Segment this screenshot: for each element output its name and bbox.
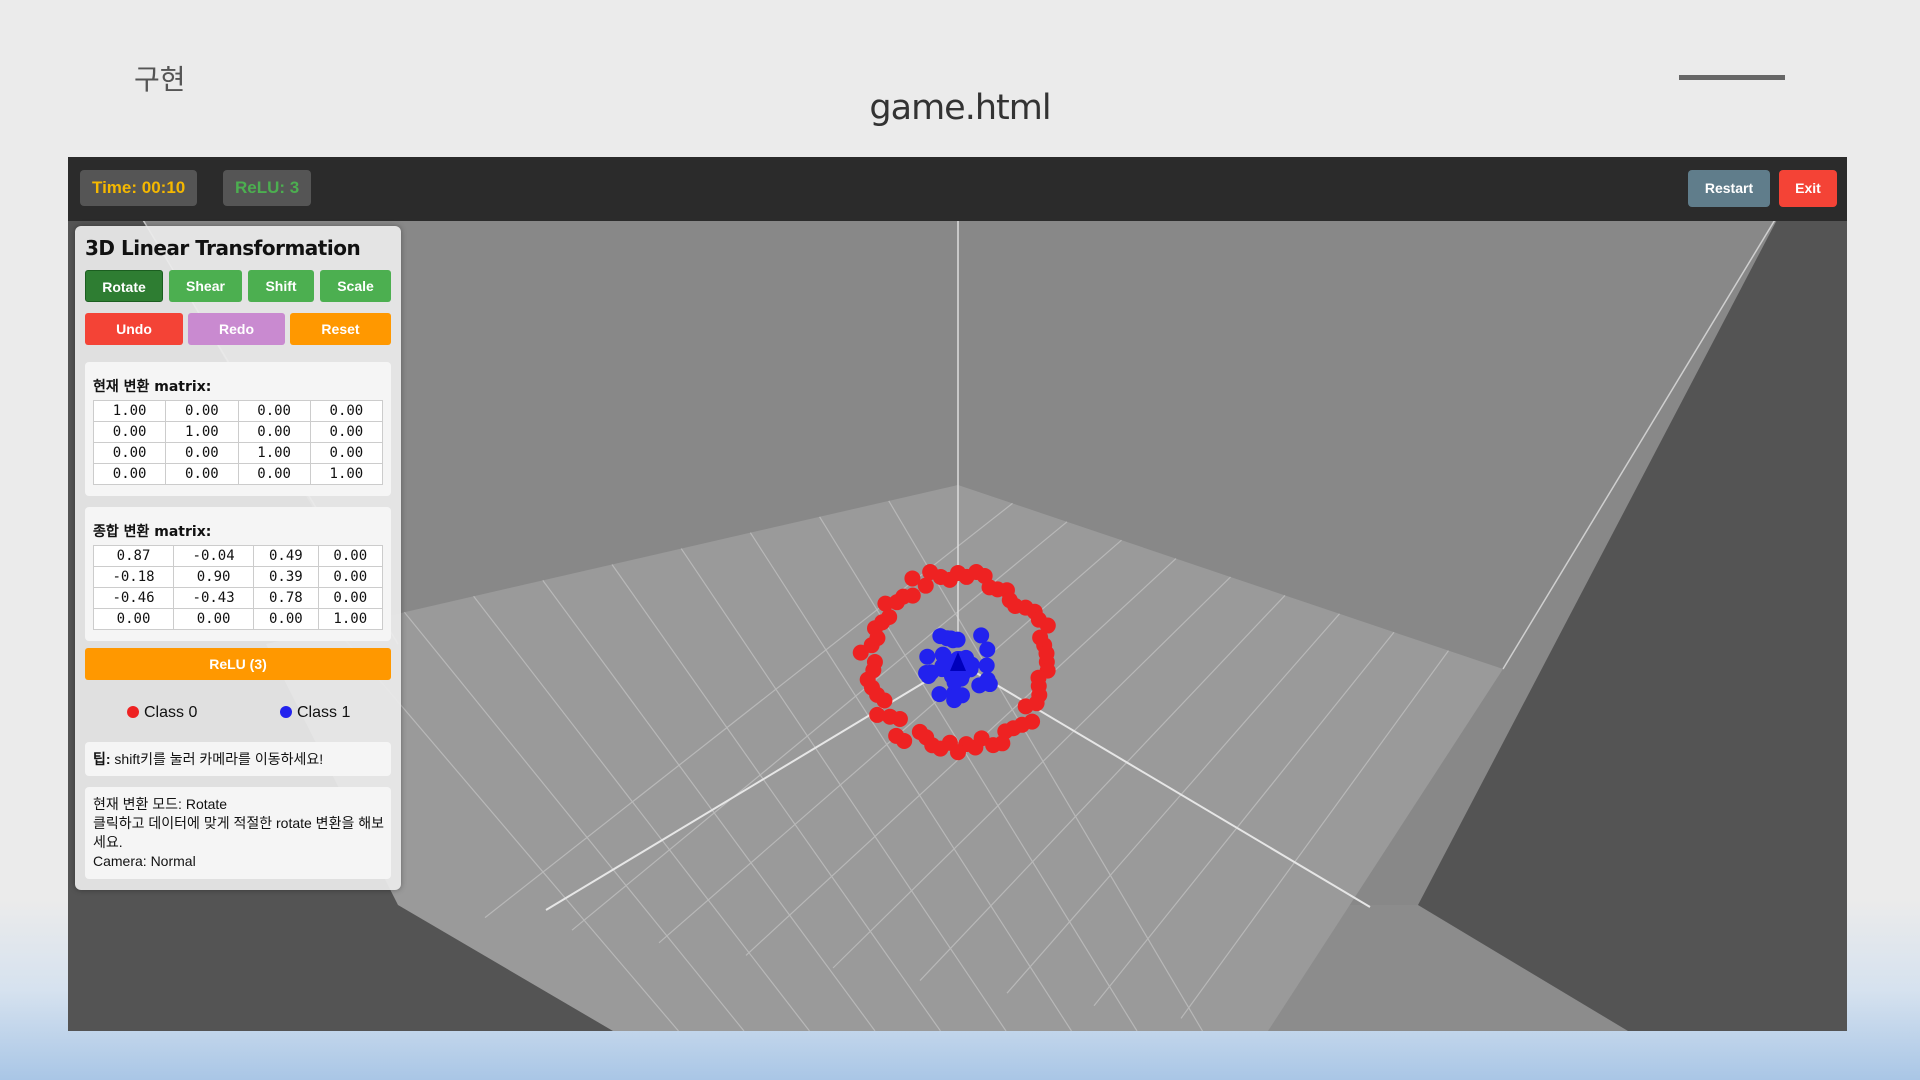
matrix-cell: 0.00 — [309, 421, 384, 443]
class1-point — [944, 632, 961, 649]
class1-point — [973, 627, 990, 644]
shear-button[interactable]: Shear — [169, 270, 242, 302]
current-matrix-label: 현재 변환 matrix: — [93, 379, 212, 395]
class1-point — [978, 657, 995, 674]
matrix-cell: 0.00 — [92, 463, 167, 485]
matrix-cell: 0.00 — [92, 442, 167, 464]
rotate-button[interactable]: Rotate — [85, 270, 163, 302]
matrix-cell: 0.00 — [165, 463, 239, 485]
class1-point — [979, 641, 996, 658]
combined-matrix-box: 종합 변환 matrix: 0.87 -0.04 0.49 0.00 -0.18 0.90… — [85, 507, 391, 641]
class1-point — [979, 671, 996, 688]
matrix-cell: 0.00 — [317, 566, 384, 588]
blue-dot-icon — [280, 706, 292, 718]
class0-point — [869, 706, 886, 723]
matrix-cell: 1.00 — [309, 463, 384, 485]
class0-point — [866, 654, 883, 670]
matrix-cell: -0.43 — [173, 587, 255, 609]
legend-class0-label: Class 0 — [144, 704, 198, 721]
matrix-row: -0.46 -0.43 0.78 0.00 — [92, 587, 384, 609]
class1-point — [919, 648, 936, 665]
panel-title: 3D Linear Transformation — [85, 236, 361, 260]
matrix-cell: 0.00 — [237, 421, 311, 443]
matrix-cell: 0.00 — [317, 587, 384, 609]
class0-point — [888, 727, 905, 744]
redo-button[interactable]: Redo — [188, 313, 285, 345]
legend-class1-label: Class 1 — [297, 704, 351, 721]
tip-text: shift키를 눌러 카메라를 이동하세요! — [110, 751, 324, 767]
matrix-cell: 0.00 — [165, 400, 239, 422]
red-dot-icon — [127, 706, 139, 718]
relu-button[interactable]: ReLU (3) — [85, 648, 391, 680]
legend-class1: Class 1 — [280, 704, 350, 722]
instruction-text: 클릭하고 데이터에 맞게 적절한 rotate 변환을 해보세요. — [93, 815, 384, 850]
relu-counter: ReLU: 3 — [223, 170, 312, 206]
matrix-row: 0.87 -0.04 0.49 0.00 — [92, 545, 384, 567]
scale-button[interactable]: Scale — [320, 270, 391, 302]
top-bar: Time: 00:10 ReLU: 3 Restart Exit — [68, 157, 1847, 221]
matrix-cell: 0.49 — [253, 545, 319, 567]
matrix-cell: 0.00 — [317, 545, 384, 567]
matrix-cell: 0.00 — [173, 608, 255, 630]
matrix-row: 1.00 0.00 0.00 0.00 — [92, 400, 384, 422]
class1-point — [931, 686, 948, 703]
class0-point — [917, 577, 934, 594]
matrix-cell: 0.00 — [309, 400, 384, 422]
matrix-row: 0.00 1.00 0.00 0.00 — [92, 421, 384, 443]
matrix-cell: -0.18 — [92, 566, 175, 588]
reset-button[interactable]: Reset — [290, 313, 391, 345]
info-box: 현재 변환 모드: Rotate 클릭하고 데이터에 맞게 적절한 rotate… — [85, 787, 391, 879]
mode-status: 현재 변환 모드: Rotate — [93, 796, 228, 812]
class0-point — [904, 587, 921, 604]
matrix-cell: 1.00 — [165, 421, 239, 443]
restart-button[interactable]: Restart — [1688, 170, 1770, 207]
class0-point — [1038, 645, 1055, 662]
matrix-row: -0.18 0.90 0.39 0.00 — [92, 566, 384, 588]
combined-matrix-label: 종합 변환 matrix: — [93, 524, 212, 540]
shift-button[interactable]: Shift — [248, 270, 314, 302]
matrix-cell: 1.00 — [237, 442, 311, 464]
matrix-cell: 0.00 — [92, 608, 175, 630]
timer-display: Time: 00:10 — [80, 170, 198, 206]
game-window[interactable]: Time: 00:10 ReLU: 3 Restart Exit 3D Line… — [68, 157, 1847, 1031]
class1-point — [923, 664, 940, 681]
matrix-cell: 0.90 — [173, 566, 255, 588]
tip-prefix: 팁: — [93, 751, 111, 767]
matrix-cell: -0.04 — [173, 545, 255, 567]
legend-class0: Class 0 — [127, 704, 197, 722]
matrix-row: 0.00 0.00 1.00 0.00 — [92, 442, 384, 464]
matrix-cell: 1.00 — [317, 608, 384, 630]
matrix-cell: 0.87 — [92, 545, 175, 567]
control-panel: 3D Linear Transformation Rotate Shear Sh… — [75, 226, 401, 890]
tip-box: 팁: shift키를 눌러 카메라를 이동하세요! — [85, 742, 391, 776]
matrix-cell: 0.00 — [165, 442, 239, 464]
slide-title: game.html — [869, 88, 1051, 128]
matrix-cell: 0.39 — [253, 566, 319, 588]
current-matrix-table: 1.00 0.00 0.00 0.00 0.00 1.00 0.00 0.00 0.00 0.00… — [92, 400, 384, 485]
matrix-cell: 0.00 — [253, 608, 319, 630]
camera-status: Camera: Normal — [93, 853, 196, 869]
matrix-cell: 0.00 — [237, 400, 311, 422]
current-matrix-box: 현재 변환 matrix: 1.00 0.00 0.00 0.00 0.00 1.00 0.… — [85, 362, 391, 496]
matrix-cell: 1.00 — [92, 400, 167, 422]
undo-button[interactable]: Undo — [85, 313, 183, 345]
class0-point — [1017, 698, 1034, 715]
class0-point — [911, 723, 928, 740]
matrix-cell: 0.00 — [237, 463, 311, 485]
matrix-cell: 0.78 — [253, 587, 319, 609]
exit-button[interactable]: Exit — [1779, 170, 1837, 207]
matrix-row: 0.00 0.00 0.00 1.00 — [92, 463, 384, 485]
combined-matrix-table: 0.87 -0.04 0.49 0.00 -0.18 0.90 0.39 0.00 -0.46-… — [92, 545, 384, 630]
matrix-row: 0.00 0.00 0.00 1.00 — [92, 608, 384, 630]
slide-decoration-line — [1679, 75, 1785, 80]
matrix-cell: -0.46 — [92, 587, 175, 609]
matrix-cell: 0.00 — [309, 442, 384, 464]
matrix-cell: 0.00 — [92, 421, 167, 443]
